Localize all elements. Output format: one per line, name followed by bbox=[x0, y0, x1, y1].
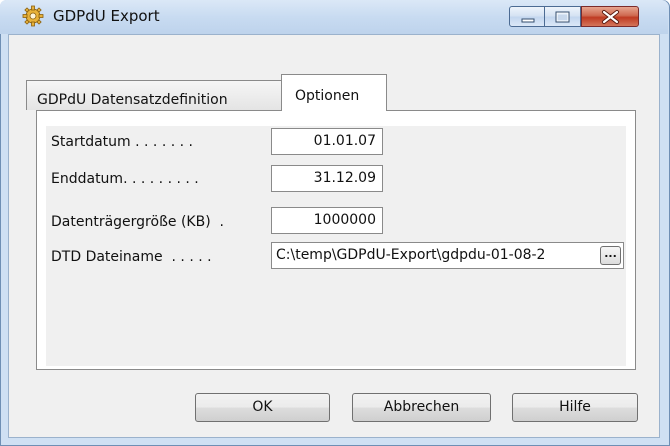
close-icon bbox=[602, 10, 619, 24]
dtd-dateiname-label: DTD Dateiname . . . . . bbox=[51, 249, 217, 265]
title-bar[interactable]: GDPdU Export bbox=[0, 0, 668, 34]
tab-label: GDPdU Datensatzdefinition bbox=[37, 92, 228, 108]
hilfe-button[interactable]: Hilfe bbox=[512, 393, 638, 422]
abbrechen-button[interactable]: Abbrechen bbox=[352, 393, 491, 422]
dtd-dateiname-input[interactable]: C:\temp\GDPdU-Export\gdpdu-01-08-2 bbox=[271, 242, 624, 269]
browse-button[interactable]: ... bbox=[600, 246, 621, 265]
maximize-icon bbox=[555, 11, 570, 23]
ok-button[interactable]: OK bbox=[195, 393, 330, 422]
gear-icon bbox=[22, 5, 44, 27]
close-button[interactable] bbox=[581, 6, 639, 27]
startdatum-input[interactable]: 01.01.07 bbox=[271, 128, 383, 155]
tab-gdpdu-datensatzdefinition[interactable]: GDPdU Datensatzdefinition bbox=[26, 80, 283, 110]
window-title: GDPdU Export bbox=[53, 7, 160, 25]
enddatum-input[interactable]: 31.12.09 bbox=[271, 165, 383, 192]
datentraegergroesse-label: Datenträgergröße (KB) . bbox=[51, 214, 229, 230]
maximize-button[interactable] bbox=[545, 6, 581, 27]
tab-label: Optionen bbox=[295, 88, 360, 104]
startdatum-label: Startdatum . . . . . . . bbox=[51, 134, 198, 150]
datentraegergroesse-input[interactable]: 1000000 bbox=[271, 207, 383, 234]
tab-optionen[interactable]: Optionen bbox=[281, 74, 387, 111]
enddatum-label: Enddatum. . . . . . . . . bbox=[51, 171, 204, 187]
minimize-button[interactable] bbox=[509, 6, 545, 27]
minimize-icon bbox=[521, 18, 535, 23]
